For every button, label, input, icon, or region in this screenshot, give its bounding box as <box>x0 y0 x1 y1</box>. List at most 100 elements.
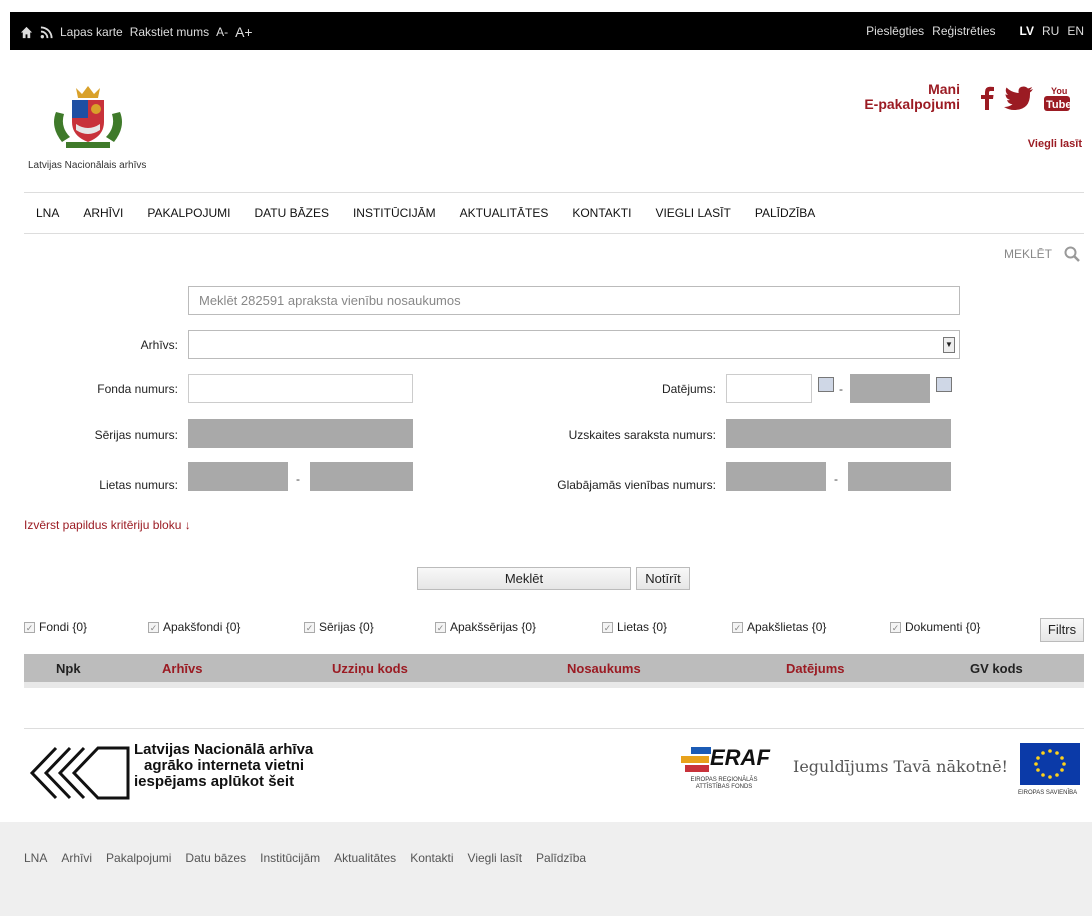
facebook-icon[interactable] <box>980 86 994 110</box>
search-button[interactable]: Meklēt <box>417 567 631 590</box>
filter-label: Fondi {0} <box>39 620 88 634</box>
lang-ru[interactable]: RU <box>1042 24 1059 38</box>
checkbox[interactable]: ✓ <box>732 621 743 633</box>
col-datejums[interactable]: Datējums <box>786 661 845 676</box>
top-bar: Lapas karte Rakstiet mums A- A+ Pieslēgt… <box>10 12 1092 50</box>
archive-select[interactable]: ▼ <box>188 330 960 359</box>
footer: LNA Arhīvi Pakalpojumi Datu bāzes Instit… <box>0 822 1092 916</box>
filter-dokumenti[interactable]: ✓ Dokumenti {0} <box>890 620 980 634</box>
fund-number-input[interactable] <box>188 374 413 403</box>
footer-link-lna[interactable]: LNA <box>24 851 47 865</box>
youtube-icon[interactable]: You Tube <box>1044 84 1070 112</box>
filter-button[interactable]: Filtrs <box>1040 618 1084 642</box>
clear-button[interactable]: Notīrīt <box>636 567 690 590</box>
eraf-subtitle-line1: EIROPAS REĢIONĀLĀS <box>690 777 758 783</box>
rss-icon[interactable] <box>40 25 53 39</box>
write-us-link[interactable]: Rakstiet mums <box>130 25 209 39</box>
nav-item-institucijam[interactable]: INSTITŪCIJĀM <box>353 206 436 220</box>
old-site-line2: agrāko interneta vietni <box>144 757 305 774</box>
twitter-icon[interactable] <box>1004 86 1034 110</box>
old-site-link[interactable]: Latvijas Nacionālā arhīva agrāko interne… <box>134 742 313 790</box>
footer-link-institucijam[interactable]: Institūcijām <box>260 851 320 865</box>
filter-lietas[interactable]: ✓ Lietas {0} <box>602 620 667 634</box>
calendar-from-icon[interactable] <box>818 377 834 392</box>
my-eservices-link[interactable]: Mani E-pakalpojumi <box>850 82 960 112</box>
col-arhivs[interactable]: Arhīvs <box>162 661 202 676</box>
sitemap-link[interactable]: Lapas karte <box>60 25 123 39</box>
filter-apakslietas[interactable]: ✓ Apakšlietas {0} <box>732 620 826 634</box>
date-label: Datējums: <box>661 382 716 396</box>
top-search-label: MEKLĒT <box>1003 247 1052 261</box>
footer-link-datu-bazes[interactable]: Datu bāzes <box>185 851 246 865</box>
archive-label: Arhīvs: <box>140 338 178 352</box>
checkbox[interactable]: ✓ <box>148 621 159 633</box>
easy-read-link[interactable]: Viegli lasīt <box>1028 138 1082 150</box>
footer-link-pakalpojumi[interactable]: Pakalpojumi <box>106 851 171 865</box>
footer-link-kontakti[interactable]: Kontakti <box>410 851 453 865</box>
storage-dash: - <box>834 472 838 486</box>
eraf-subtitle: EIROPAS REĢIONĀLĀS ATTĪSTĪBAS FONDS <box>683 777 765 791</box>
case-number-from-input[interactable] <box>188 462 288 491</box>
lang-lv[interactable]: LV <box>1020 24 1034 38</box>
calendar-to-icon[interactable] <box>936 377 952 392</box>
eu-flag-icon <box>1020 743 1080 785</box>
footer-link-viegli-lasit[interactable]: Viegli lasīt <box>468 851 522 865</box>
filter-serijas[interactable]: ✓ Sērijas {0} <box>304 620 374 634</box>
eraf-subtitle-line2: ATTĪSTĪBAS FONDS <box>695 784 753 790</box>
expand-criteria-link[interactable]: Izvērst papildus kritēriju bloku ↓ <box>24 518 191 532</box>
storage-unit-from-input[interactable] <box>726 462 826 491</box>
series-number-input[interactable] <box>188 419 413 448</box>
nav-item-datu-bazes[interactable]: DATU BĀZES <box>255 206 329 220</box>
coat-of-arms-logo[interactable] <box>48 82 128 152</box>
filter-label: Lietas {0} <box>617 620 668 634</box>
nav-item-lna[interactable]: LNA <box>36 206 59 220</box>
nav-item-kontakti[interactable]: KONTAKTI <box>572 206 631 220</box>
search-icon[interactable] <box>1064 246 1080 262</box>
storage-unit-to-input[interactable] <box>848 462 951 491</box>
main-nav: LNA ARHĪVI PAKALPOJUMI DATU BĀZES INSTIT… <box>24 192 1084 234</box>
case-number-to-input[interactable] <box>310 462 413 491</box>
col-npk[interactable]: Npk <box>56 661 81 676</box>
checkbox[interactable]: ✓ <box>435 621 446 633</box>
chevron-down-icon[interactable]: ▼ <box>943 337 955 353</box>
home-icon[interactable] <box>20 26 33 39</box>
checkbox[interactable]: ✓ <box>304 621 315 633</box>
filter-fondi[interactable]: ✓ Fondi {0} <box>24 620 87 634</box>
nav-item-aktualitates[interactable]: AKTUALITĀTES <box>460 206 549 220</box>
case-number-label: Lietas numurs: <box>99 478 178 492</box>
date-dash: - <box>839 382 843 396</box>
results-table-header: Npk Arhīvs Uzziņu kods Nosaukums Datējum… <box>24 654 1084 682</box>
date-to-input[interactable] <box>850 374 930 403</box>
old-site-line3: iespējams aplūkot šeit <box>134 773 295 790</box>
series-number-label: Sērijas numurs: <box>94 428 178 442</box>
font-increase-button[interactable]: A+ <box>235 24 253 40</box>
date-from-input[interactable] <box>726 374 812 403</box>
nav-item-arhivi[interactable]: ARHĪVI <box>83 206 123 220</box>
old-site-arrows-icon[interactable] <box>28 742 138 804</box>
checkbox[interactable]: ✓ <box>890 621 901 633</box>
inventory-number-input[interactable] <box>726 419 951 448</box>
top-search-link[interactable]: MEKLĒT <box>1004 246 1080 262</box>
login-link[interactable]: Pieslēgties <box>866 24 924 38</box>
fund-number-label: Fonda numurs: <box>97 382 178 396</box>
font-decrease-button[interactable]: A- <box>216 25 228 39</box>
footer-link-aktualitates[interactable]: Aktualitātes <box>334 851 396 865</box>
main-search-input[interactable]: Meklēt 282591 apraksta vienību nosaukumo… <box>188 286 960 315</box>
col-gv-kods[interactable]: GV kods <box>970 661 1023 676</box>
filter-apaksfondi[interactable]: ✓ Apakšfondi {0} <box>148 620 240 634</box>
checkbox[interactable]: ✓ <box>24 621 35 633</box>
lang-en[interactable]: EN <box>1067 24 1084 38</box>
register-link[interactable]: Reģistrēties <box>932 24 995 38</box>
nav-item-palidziba[interactable]: PALĪDZĪBA <box>755 206 815 220</box>
col-nosaukums[interactable]: Nosaukums <box>567 661 641 676</box>
filter-apakserijas[interactable]: ✓ Apakšsērijas {0} <box>435 620 536 634</box>
nav-item-viegli-lasit[interactable]: VIEGLI LASĪT <box>655 206 730 220</box>
footer-link-arhivi[interactable]: Arhīvi <box>61 851 92 865</box>
footer-link-palidziba[interactable]: Palīdzība <box>536 851 586 865</box>
col-uzzinu-kods[interactable]: Uzziņu kods <box>332 661 408 676</box>
svg-text:Tube: Tube <box>1046 99 1070 111</box>
checkbox[interactable]: ✓ <box>602 621 613 633</box>
nav-item-pakalpojumi[interactable]: PAKALPOJUMI <box>147 206 230 220</box>
eraf-flag-icon <box>681 747 711 772</box>
eraf-logo: ERAF EIROPAS REĢIONĀLĀS ATTĪSTĪBAS FONDS <box>677 745 777 795</box>
